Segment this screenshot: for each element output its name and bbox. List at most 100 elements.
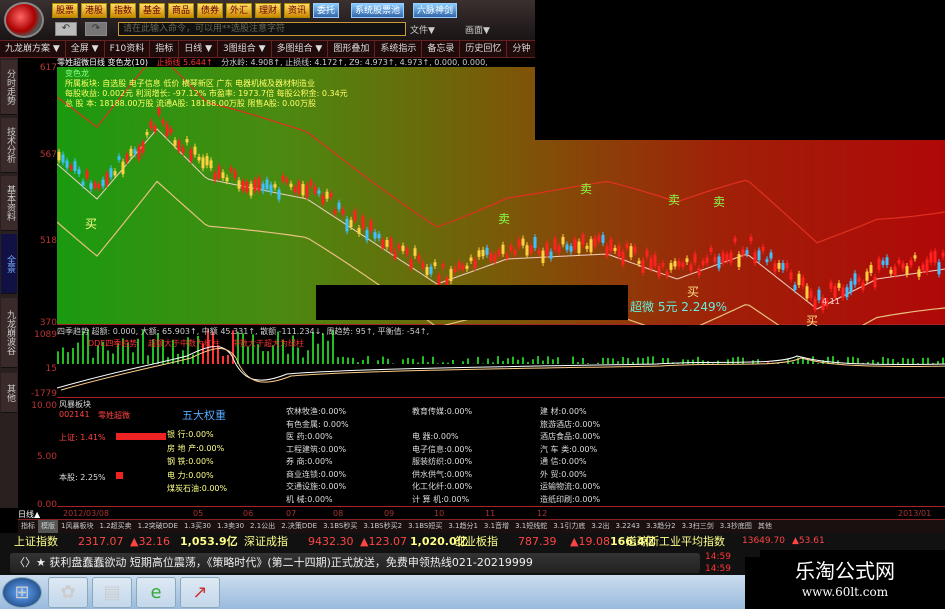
menu-item[interactable]: 历史回忆 bbox=[460, 41, 508, 57]
menu-item[interactable]: 系统指示 bbox=[375, 41, 423, 57]
stock-app-icon[interactable]: ↗ bbox=[180, 577, 220, 608]
indicator-tab[interactable]: 3.1音增 bbox=[481, 520, 512, 533]
weight-item: 煤炭石油:0.00% bbox=[167, 484, 228, 493]
indicator-tab[interactable]: 其他 bbox=[755, 520, 775, 533]
indicator-tab[interactable]: 1.3买30 bbox=[181, 520, 214, 533]
candle bbox=[621, 251, 625, 265]
indicator-tab[interactable]: 1.3卖30 bbox=[214, 520, 247, 533]
indicator-tab[interactable]: 模版 bbox=[38, 520, 58, 533]
toolbar-button[interactable]: 理财 bbox=[255, 3, 282, 18]
toolbar-button[interactable]: 资讯 bbox=[284, 3, 311, 18]
back-button[interactable]: ↶ bbox=[55, 22, 77, 36]
volume-bar bbox=[687, 359, 689, 364]
indicator-tab[interactable]: 3.1趋分1 bbox=[445, 520, 481, 533]
index-name[interactable]: 上证指数 bbox=[14, 533, 58, 550]
candle bbox=[389, 238, 393, 251]
indicator-tab[interactable]: 1.2突破DDE bbox=[135, 520, 181, 533]
sidebar-tab[interactable]: 其他 bbox=[1, 373, 17, 413]
folder-icon[interactable]: ▤ bbox=[92, 577, 132, 608]
volume-bar bbox=[882, 356, 884, 364]
indicator-tab[interactable]: 1风暴板块 bbox=[58, 520, 96, 533]
toolbar-button[interactable]: 债券 bbox=[197, 3, 224, 18]
start-button-icon[interactable]: ⊞ bbox=[2, 577, 42, 608]
indicator-tab[interactable]: 3.3趋分2 bbox=[643, 520, 679, 533]
indicator-tab[interactable]: 3.1BS秒买2 bbox=[360, 520, 405, 533]
candle bbox=[841, 287, 845, 298]
indicator-tab[interactable]: 3.1短线蛇 bbox=[512, 520, 550, 533]
forward-button[interactable]: ↷ bbox=[85, 22, 107, 36]
candle bbox=[209, 160, 213, 169]
app-logo-icon[interactable] bbox=[4, 2, 44, 38]
stock-bar bbox=[116, 472, 123, 479]
index-name[interactable]: 道琼斯工业平均指数 bbox=[626, 533, 725, 550]
file-menu[interactable]: 文件▼ bbox=[410, 23, 435, 36]
indicator-tab[interactable]: 1.2超买卖 bbox=[96, 520, 134, 533]
volume-bar bbox=[547, 356, 549, 364]
candle bbox=[585, 245, 589, 249]
view-menu[interactable]: 画面▼ bbox=[465, 23, 490, 36]
candle bbox=[217, 166, 221, 179]
candle bbox=[421, 262, 425, 268]
menu-item[interactable]: 多图组合 ▼ bbox=[272, 41, 329, 57]
indicator-tab[interactable]: 指标 bbox=[18, 520, 38, 533]
volume-bar bbox=[297, 347, 299, 364]
candle bbox=[453, 268, 457, 272]
volume-bar bbox=[492, 362, 494, 364]
toolbar-button[interactable]: 外汇 bbox=[226, 3, 253, 18]
date-label[interactable]: 日线▲ bbox=[18, 509, 40, 520]
candle bbox=[305, 185, 309, 198]
index-name[interactable]: 创业板指 bbox=[454, 533, 498, 550]
menu-item[interactable]: 九龙崩方案 ▼ bbox=[0, 41, 66, 57]
app-icon[interactable]: ✿ bbox=[48, 577, 88, 608]
indicator-tab[interactable]: 3.2243 bbox=[612, 520, 643, 533]
candle bbox=[385, 239, 389, 247]
sidebar-tab[interactable]: 全景 bbox=[1, 234, 17, 294]
sell-signal: 卖 bbox=[668, 193, 681, 207]
indicator-tab[interactable]: 3.3扫三剑 bbox=[679, 520, 717, 533]
sidebar-tab[interactable]: 技术分析 bbox=[1, 118, 17, 173]
toolbar-button[interactable]: 股票 bbox=[52, 3, 79, 18]
candle bbox=[185, 139, 189, 143]
sidebar-tab[interactable]: 九龙崩波谷 bbox=[1, 298, 17, 368]
sidebar-tab[interactable]: 基本资料 bbox=[1, 176, 17, 231]
chart-title: 零姓超微日线 变色龙(10) bbox=[57, 58, 148, 67]
menu-item[interactable]: F10资料 bbox=[105, 41, 151, 57]
menu-item[interactable]: 图形叠加 bbox=[328, 41, 376, 57]
indicator-tab[interactable]: 3.1BS短买 bbox=[405, 520, 445, 533]
menu-item[interactable]: 日线 ▼ bbox=[179, 41, 219, 57]
indicator-tab[interactable]: 3.1BS秒买 bbox=[320, 520, 360, 533]
candle bbox=[429, 266, 433, 275]
indicator-tab[interactable]: 3.2出 bbox=[588, 520, 612, 533]
volume-bar bbox=[77, 342, 79, 364]
browser-icon[interactable]: e bbox=[136, 577, 176, 608]
menu-item[interactable]: 指标 bbox=[150, 41, 180, 57]
info-label: 变色龙 bbox=[65, 69, 89, 78]
news-ticker[interactable]: 〈〉★ 获利盘蠢蠢欲动 短期高位震荡，《策略时代》(第二十四期)正式放送，免费申… bbox=[10, 553, 700, 573]
candle bbox=[865, 271, 869, 281]
candle bbox=[521, 238, 525, 246]
command-input[interactable]: 请在此输入命令，可以用**选股注意字符 bbox=[118, 22, 406, 36]
indicator-tab[interactable]: 2.决策DDE bbox=[278, 520, 320, 533]
toolbar-button[interactable]: 基金 bbox=[139, 3, 166, 18]
sidebar-tab[interactable]: 分时走势 bbox=[1, 60, 17, 115]
volume-bar bbox=[387, 358, 389, 364]
indicator-tab[interactable]: 3.3抄底图 bbox=[717, 520, 755, 533]
index-name[interactable]: 深证成指 bbox=[244, 533, 288, 550]
indicator-tab[interactable]: 2.1公出 bbox=[247, 520, 278, 533]
menu-item[interactable]: 分钟 bbox=[507, 41, 537, 57]
sector-item: 教育传媒:0.00% bbox=[412, 407, 473, 416]
toolbar-button[interactable]: 委托 bbox=[313, 3, 340, 18]
toolbar-button[interactable]: 指数 bbox=[110, 3, 137, 18]
toolbar-button[interactable]: 六脉神剑 bbox=[413, 3, 458, 18]
candle bbox=[589, 239, 593, 253]
candle bbox=[89, 183, 93, 189]
candle bbox=[545, 243, 549, 256]
toolbar-button[interactable]: 港股 bbox=[81, 3, 108, 18]
volume-bar bbox=[442, 362, 444, 364]
indicator-tab[interactable]: 3.1引力底 bbox=[550, 520, 588, 533]
toolbar-button[interactable]: 系统股票池 bbox=[351, 3, 405, 18]
menu-item[interactable]: 备忘录 bbox=[422, 41, 461, 57]
menu-item[interactable]: 全屏 ▼ bbox=[66, 41, 105, 57]
toolbar-button[interactable]: 商品 bbox=[168, 3, 195, 18]
menu-item[interactable]: 3图组合 ▼ bbox=[218, 41, 272, 57]
